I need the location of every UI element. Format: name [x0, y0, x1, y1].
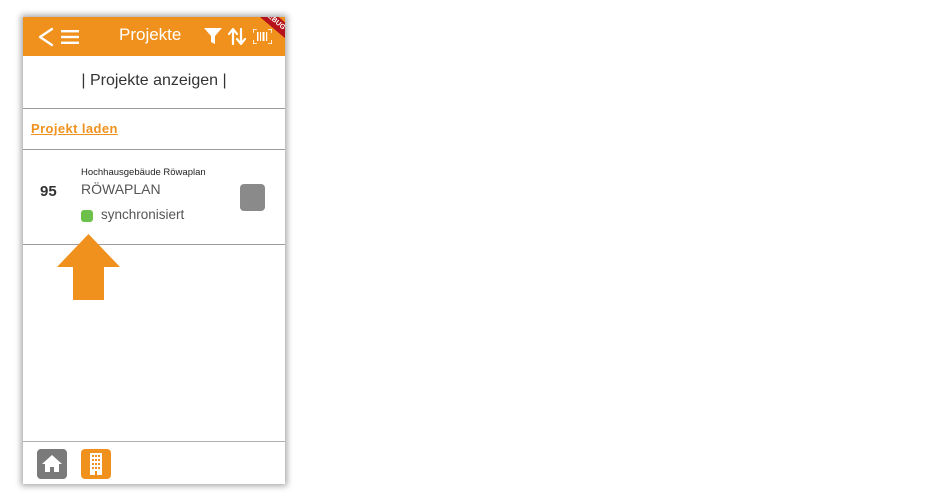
arrow-up-icon [57, 234, 120, 300]
filter-icon[interactable] [204, 28, 222, 45]
app-screen: Projekte DEBUG | Projekte anzeigen | Pro… [23, 17, 285, 484]
bottom-navigation [23, 441, 285, 484]
page-title: Projekte [119, 25, 182, 44]
project-list-item[interactable]: 95 Hochhausgebäude Röwaplan RÖWAPLAN syn… [23, 150, 285, 245]
projects-button[interactable] [81, 449, 111, 479]
back-icon[interactable] [36, 27, 56, 47]
load-project-link[interactable]: Projekt laden [31, 121, 118, 136]
top-bar: Projekte DEBUG [23, 17, 285, 56]
sort-icon[interactable] [228, 28, 246, 45]
project-name: Hochhausgebäude Röwaplan [81, 167, 206, 178]
sync-status-indicator [81, 210, 93, 222]
home-icon [42, 455, 62, 472]
menu-icon[interactable] [61, 29, 79, 45]
project-number: 95 [40, 183, 57, 200]
sync-status-text: synchronisiert [101, 207, 185, 222]
barcode-icon[interactable] [253, 29, 272, 44]
project-code: RÖWAPLAN [81, 181, 161, 197]
page-header: | Projekte anzeigen | [23, 56, 285, 109]
building-icon [90, 453, 102, 475]
load-project-row: Projekt laden [23, 109, 285, 150]
project-select-checkbox[interactable] [240, 184, 265, 211]
home-button[interactable] [37, 449, 67, 479]
header-text: | Projekte anzeigen | [81, 72, 227, 89]
